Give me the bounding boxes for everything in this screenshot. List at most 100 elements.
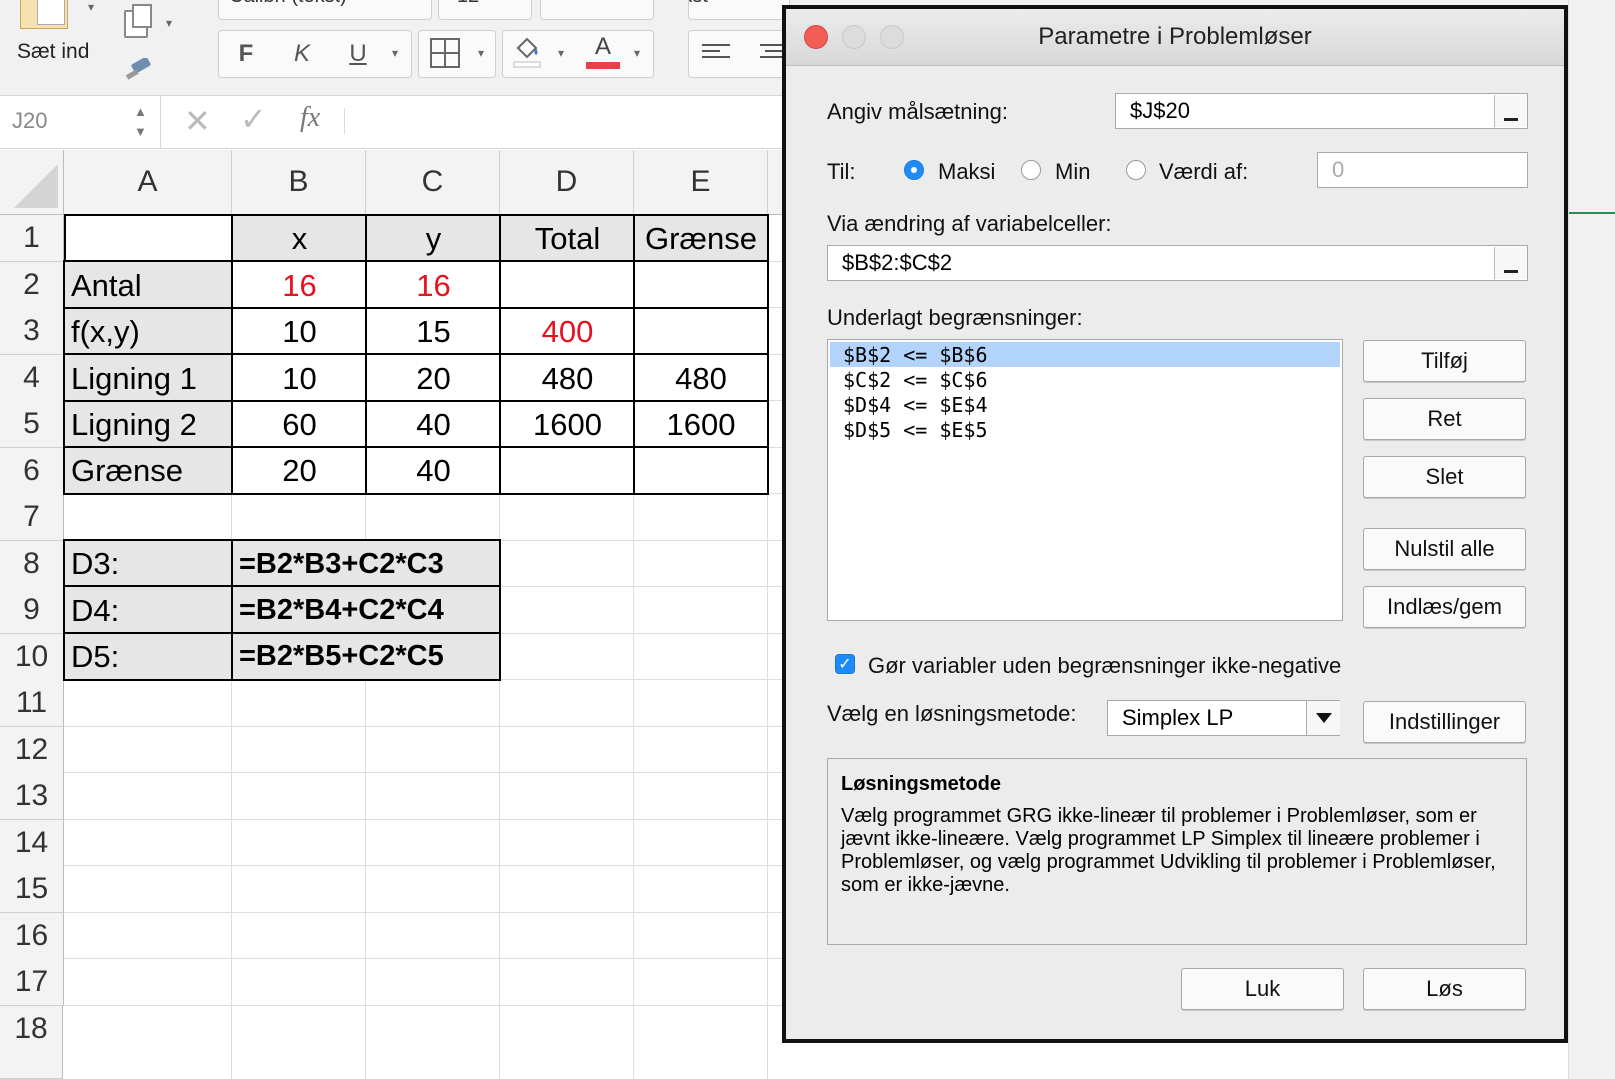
cell-c3[interactable]: 15 [365,307,500,355]
cell-b10[interactable]: =B2*B5+C2*C5 [231,632,501,681]
column-header-a[interactable]: A [64,150,232,215]
italic-button[interactable]: K [284,34,320,74]
align-left-icon[interactable] [702,44,732,64]
select-all-corner[interactable] [0,150,64,215]
constraint-item[interactable]: $C$2 <= $C$6 [830,367,1340,392]
paste-dropdown-icon[interactable]: ▾ [88,0,94,14]
change-constraint-button[interactable]: Ret [1363,398,1526,440]
insert-function-icon[interactable]: fx [300,102,320,134]
column-header-c[interactable]: C [366,150,500,215]
load-save-button[interactable]: Indlæs/gem [1363,586,1526,628]
cell-a9[interactable]: D4: [63,585,232,634]
cell-c5[interactable]: 40 [365,400,500,448]
constraints-list[interactable]: $B$2 <= $B$6 $C$2 <= $C$6 $D$4 <= $E$4 $… [827,339,1343,621]
grow-font-button[interactable]: A A [540,0,654,20]
copy-dropdown-icon[interactable]: ▾ [166,16,172,30]
row-header-16[interactable]: 16 [0,913,64,960]
cell-c6[interactable]: 40 [365,446,500,495]
row-header-2[interactable]: 2 [0,262,64,309]
cell-e5[interactable]: 1600 [633,400,769,448]
font-name-select[interactable]: Calibri (tekst) [218,0,432,20]
variable-cells-input[interactable]: $B$2:$C$2 [827,245,1528,281]
radio-min[interactable] [1021,160,1041,180]
cell-a4[interactable]: Ligning 1 [63,353,232,402]
row-header-12[interactable]: 12 [0,727,64,774]
column-header-b[interactable]: B [232,150,366,215]
cell-a3[interactable]: f(x,y) [63,307,232,355]
row-header-10[interactable]: 10 [0,634,64,681]
row-header-7[interactable]: 7 [0,494,64,541]
variable-cells-range-picker-button[interactable] [1494,247,1527,279]
cell-d3[interactable]: 400 [499,307,634,355]
cell-a8[interactable]: D3: [63,539,232,587]
cell-b9[interactable]: =B2*B4+C2*C4 [231,585,501,634]
radio-min-label[interactable]: Min [1055,159,1090,185]
constraint-item[interactable]: $D$4 <= $E$4 [830,392,1340,417]
name-box[interactable]: J20 ▲ ▼ [0,96,161,148]
objective-range-picker-button[interactable] [1494,95,1527,127]
cell-d5[interactable]: 1600 [499,400,634,448]
cell-c2[interactable]: 16 [365,260,500,309]
add-constraint-button[interactable]: Tilføj [1363,340,1526,382]
method-dropdown-icon[interactable] [1306,701,1340,735]
row-header-13[interactable]: 13 [0,773,64,820]
cell-b5[interactable]: 60 [231,400,366,448]
cell-e1[interactable]: Grænse [633,214,769,262]
font-size-select[interactable]: 12 [438,0,532,20]
cell-e3[interactable] [633,307,769,355]
cell-a1[interactable] [64,214,232,262]
row-header-6[interactable]: 6 [0,448,64,495]
row-header-15[interactable]: 15 [0,866,64,913]
nonnegative-label[interactable]: Gør variabler uden begrænsninger ikke-ne… [868,653,1341,679]
constraint-item[interactable]: $B$2 <= $B$6 [830,342,1340,367]
row-header-14[interactable]: 14 [0,820,64,867]
cell-d4[interactable]: 480 [499,353,634,402]
row-header-11[interactable]: 11 [0,680,64,727]
cell-a2[interactable]: Antal [63,260,232,309]
column-header-f[interactable] [768,150,783,215]
value-of-input[interactable]: 0 [1317,152,1528,188]
column-header-d[interactable]: D [500,150,634,215]
paste-icon[interactable] [20,0,68,29]
formula-content[interactable] [356,110,776,138]
radio-max[interactable] [904,160,924,180]
cell-d2[interactable] [499,260,634,309]
options-button[interactable]: Indstillinger [1363,701,1526,743]
row-header-1[interactable]: 1 [0,215,64,262]
cell-b8[interactable]: =B2*B3+C2*C3 [231,539,501,587]
format-painter-icon[interactable] [124,56,154,80]
cell-e6[interactable] [633,446,769,495]
cell-b2[interactable]: 16 [231,260,366,309]
font-color-button[interactable]: A [588,30,618,64]
nonnegative-checkbox[interactable]: ✓ [835,654,855,674]
cell-c4[interactable]: 20 [365,353,500,402]
radio-max-label[interactable]: Maksi [938,159,995,185]
constraint-item[interactable]: $D$5 <= $E$5 [830,417,1340,442]
row-header-8[interactable]: 8 [0,541,64,588]
row-header-17[interactable]: 17 [0,959,64,1006]
cell-a5[interactable]: Ligning 2 [63,400,232,448]
cell-b3[interactable]: 10 [231,307,366,355]
cell-e4[interactable]: 480 [633,353,769,402]
borders-icon[interactable] [430,38,460,68]
underline-button[interactable]: U [340,34,376,74]
fill-color-icon[interactable] [512,34,542,68]
cell-b6[interactable]: 20 [231,446,366,495]
row-header-9[interactable]: 9 [0,587,64,634]
fill-color-dropdown-icon[interactable]: ▾ [558,46,564,60]
cell-a10[interactable]: D5: [63,632,232,681]
objective-input[interactable]: $J$20 [1115,93,1528,129]
cell-b1[interactable]: x [231,214,366,262]
cell-c1[interactable]: y [365,214,500,262]
row-header-5[interactable]: 5 [0,401,64,448]
cell-d6[interactable] [499,446,634,495]
solve-button[interactable]: Løs [1363,968,1526,1010]
borders-dropdown-icon[interactable]: ▾ [478,46,484,60]
wrap-text-button[interactable]: Ombryd tekst [688,0,790,20]
row-header-4[interactable]: 4 [0,355,64,402]
cell-a6[interactable]: Grænse [63,446,232,495]
close-button[interactable]: Luk [1181,968,1344,1010]
cancel-entry-icon[interactable]: ✕ [184,102,211,140]
cell-d1[interactable]: Total [499,214,634,262]
cell-e2[interactable] [633,260,769,309]
